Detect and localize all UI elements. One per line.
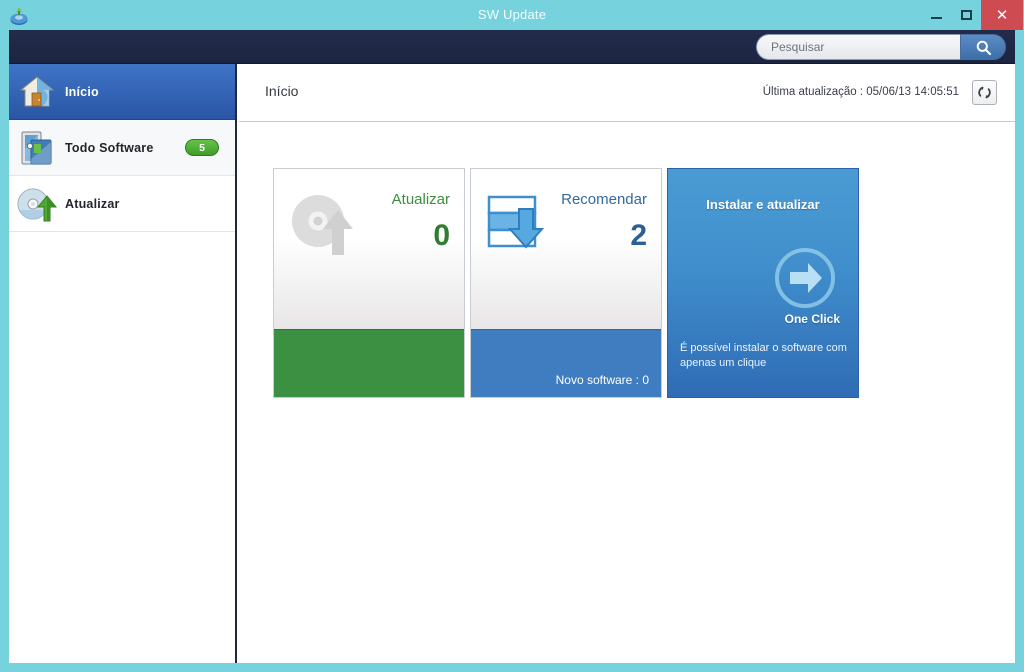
card-count: 2 <box>630 219 647 252</box>
toolbar <box>9 30 1015 64</box>
card-instalar-e-atualizar[interactable]: Instalar e atualizar One Click É possíve… <box>667 168 859 398</box>
application-window: SW Update ✕ Pesquisar Início Todo Softwa… <box>0 0 1024 672</box>
minimize-icon[interactable] <box>921 0 951 30</box>
close-icon[interactable]: ✕ <box>981 0 1023 30</box>
sidebar-badge-count: 5 <box>185 139 219 156</box>
last-update-label: Última atualização : 05/06/13 14:05:51 <box>762 86 959 98</box>
home-icon <box>9 64 65 120</box>
update-disc-icon <box>9 176 65 232</box>
sidebar-item-inicio[interactable]: Início <box>9 64 235 120</box>
card-band-text: Novo software : 0 <box>555 373 649 387</box>
card-title: Atualizar <box>391 191 450 208</box>
sidebar: Início Todo Software 5 Atualizar <box>9 64 237 663</box>
arrow-right-circle-icon <box>774 247 836 309</box>
download-box-icon <box>485 189 561 259</box>
card-accent-band: Novo software : 0 <box>471 329 661 397</box>
card-title: Instalar e atualizar <box>706 197 820 212</box>
card-recomendar[interactable]: Recomendar 2 Novo software : 0 <box>470 168 662 398</box>
page-title: Início <box>265 83 299 99</box>
sidebar-item-atualizar[interactable]: Atualizar <box>9 176 235 232</box>
update-disc-icon <box>288 189 364 259</box>
card-atualizar[interactable]: Atualizar 0 <box>273 168 465 398</box>
content-header: Início Última atualização : 05/06/13 14:… <box>239 64 1015 122</box>
content-area: Início Última atualização : 05/06/13 14:… <box>239 64 1015 663</box>
card-accent-band <box>274 329 464 397</box>
sidebar-item-label: Todo Software <box>65 140 154 155</box>
refresh-button[interactable] <box>972 80 997 105</box>
close-glyph: ✕ <box>995 6 1009 24</box>
search-bar <box>756 34 1006 60</box>
card-title: Recomendar <box>561 191 647 208</box>
maximize-glyph <box>960 10 972 20</box>
all-software-icon <box>9 120 65 176</box>
search-icon <box>976 40 991 55</box>
maximize-icon[interactable] <box>951 0 981 30</box>
card-oneclick-description: É possível instalar o software com apena… <box>680 342 847 369</box>
sidebar-item-label: Início <box>65 84 99 99</box>
minimize-glyph <box>930 17 942 19</box>
sidebar-item-label: Atualizar <box>65 196 120 211</box>
search-input[interactable] <box>756 34 960 60</box>
title-bar: SW Update ✕ <box>0 0 1024 30</box>
window-title: SW Update <box>477 7 547 22</box>
search-button[interactable] <box>960 34 1006 60</box>
refresh-icon <box>978 86 991 99</box>
body-area: Início Todo Software 5 Atualizar Início … <box>9 64 1015 663</box>
card-oneclick-label: One Click <box>784 312 840 326</box>
card-count: 0 <box>433 219 450 252</box>
dashboard-cards: Atualizar 0 Recomendar 2 Novo software:… <box>273 168 859 398</box>
sidebar-item-todo-software[interactable]: Todo Software 5 <box>9 120 235 176</box>
